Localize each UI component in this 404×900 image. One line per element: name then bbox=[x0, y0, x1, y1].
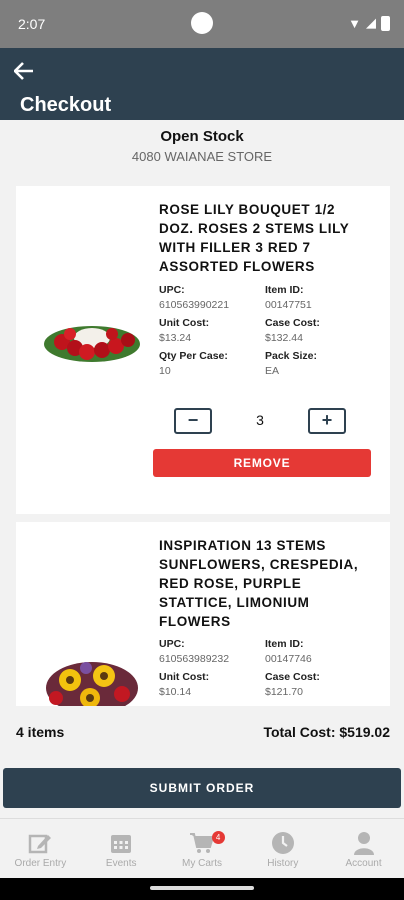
nav-label: Events bbox=[105, 858, 137, 869]
submit-order-button[interactable]: SUBMIT ORDER bbox=[3, 768, 401, 808]
item-id-field: Item ID: 00147751 bbox=[265, 284, 371, 311]
nav-label: History bbox=[267, 858, 299, 869]
case-cost-field: Case Cost: $132.44 bbox=[265, 317, 371, 344]
case-cost-value: $132.44 bbox=[265, 332, 303, 344]
item-count: 4 items bbox=[16, 724, 65, 740]
nav-account[interactable]: Account bbox=[323, 819, 404, 878]
bottom-navigation: Order Entry Events 4 My Carts History Ac… bbox=[0, 818, 404, 878]
clock-icon bbox=[242, 831, 323, 855]
qty-per-case-field: Qty Per Case: 10 bbox=[159, 350, 265, 377]
remove-button[interactable]: REMOVE bbox=[153, 449, 371, 477]
cart-item-card: INSPIRATION 13 STEMS SUNFLOWERS, CRESPED… bbox=[16, 522, 390, 706]
field-label: Unit Cost: bbox=[159, 671, 210, 683]
store-name: Open Stock bbox=[160, 128, 244, 145]
field-label: Case Cost: bbox=[265, 317, 320, 329]
upc-field: UPC: 610563989232 bbox=[159, 638, 265, 665]
order-summary: 4 items Total Cost: $519.02 bbox=[0, 706, 404, 760]
item-id-field: Item ID: 00147746 bbox=[265, 638, 371, 665]
upc-field: UPC: 610563990221 bbox=[159, 284, 265, 311]
product-details: UPC: 610563990221 Item ID: 00147751 Unit… bbox=[159, 284, 374, 377]
back-arrow-icon[interactable] bbox=[13, 60, 34, 86]
quantity-value: 3 bbox=[256, 412, 264, 428]
increment-button[interactable]: + bbox=[308, 408, 346, 434]
app-bar: Checkout bbox=[0, 48, 404, 120]
case-cost-value: $121.70 bbox=[265, 686, 303, 698]
case-cost-field: Case Cost: $121.70 bbox=[265, 671, 371, 698]
cart-item-card: ROSE LILY BOUQUET 1/2 DOZ. ROSES 2 STEMS… bbox=[16, 186, 390, 514]
status-time: 2:07 bbox=[18, 16, 46, 32]
home-indicator[interactable] bbox=[150, 886, 254, 890]
unit-cost-value: $13.24 bbox=[159, 332, 192, 344]
signal-icon: ◢ bbox=[366, 15, 376, 30]
field-label: Qty Per Case: bbox=[159, 350, 228, 362]
upc-value: 610563990221 bbox=[159, 299, 230, 311]
store-location: 4080 WAIANAE STORE bbox=[131, 149, 273, 164]
field-label: Pack Size: bbox=[265, 350, 317, 362]
wifi-icon: ▼ bbox=[348, 15, 361, 31]
nav-label: Account bbox=[345, 858, 382, 869]
qty-per-case-value: 10 bbox=[159, 365, 171, 377]
cart-count-badge: 4 bbox=[211, 831, 225, 844]
page-title: Checkout bbox=[20, 94, 112, 116]
field-label: Case Cost: bbox=[265, 671, 320, 683]
unit-cost-value: $10.14 bbox=[159, 686, 192, 698]
product-title: ROSE LILY BOUQUET 1/2 DOZ. ROSES 2 STEMS… bbox=[159, 202, 350, 274]
product-title: INSPIRATION 13 STEMS SUNFLOWERS, CRESPED… bbox=[159, 538, 359, 629]
product-image bbox=[42, 314, 142, 366]
nav-order-entry[interactable]: Order Entry bbox=[0, 819, 81, 878]
nav-events[interactable]: Events bbox=[81, 819, 162, 878]
unit-cost-field: Unit Cost: $10.14 bbox=[159, 671, 265, 698]
product-image bbox=[42, 654, 142, 706]
nav-history[interactable]: History bbox=[242, 819, 323, 878]
gesture-bar bbox=[0, 878, 404, 900]
pack-size-value: EA bbox=[265, 365, 280, 377]
total-cost: Total Cost: $519.02 bbox=[263, 724, 390, 740]
product-details: UPC: 610563989232 Item ID: 00147746 Unit… bbox=[159, 638, 374, 698]
unit-cost-field: Unit Cost: $13.24 bbox=[159, 317, 265, 344]
field-label: UPC: bbox=[159, 284, 185, 296]
battery-icon bbox=[381, 15, 390, 31]
decrement-button[interactable]: − bbox=[174, 408, 212, 434]
status-icons: ▼ ◢ bbox=[348, 15, 390, 31]
calendar-icon bbox=[81, 831, 162, 855]
item-id-value: 00147746 bbox=[265, 653, 312, 665]
upc-value: 610563989232 bbox=[159, 653, 230, 665]
person-icon bbox=[323, 831, 404, 855]
quantity-stepper: − 3 + bbox=[174, 408, 346, 434]
field-label: Unit Cost: bbox=[159, 317, 210, 329]
field-label: UPC: bbox=[159, 638, 185, 650]
field-label: Item ID: bbox=[265, 284, 304, 296]
store-header: Open Stock 4080 WAIANAE STORE bbox=[0, 128, 404, 164]
nav-label: My Carts bbox=[181, 858, 222, 869]
status-bar: 2:07 ▼ ◢ bbox=[0, 0, 404, 48]
nav-label: Order Entry bbox=[14, 858, 67, 869]
pack-size-field: Pack Size: EA bbox=[265, 350, 371, 377]
camera-cutout bbox=[191, 12, 213, 34]
nav-my-carts[interactable]: 4 My Carts bbox=[162, 819, 243, 878]
cart-icon bbox=[162, 831, 243, 855]
field-label: Item ID: bbox=[265, 638, 304, 650]
edit-icon bbox=[0, 831, 81, 855]
item-id-value: 00147751 bbox=[265, 299, 312, 311]
